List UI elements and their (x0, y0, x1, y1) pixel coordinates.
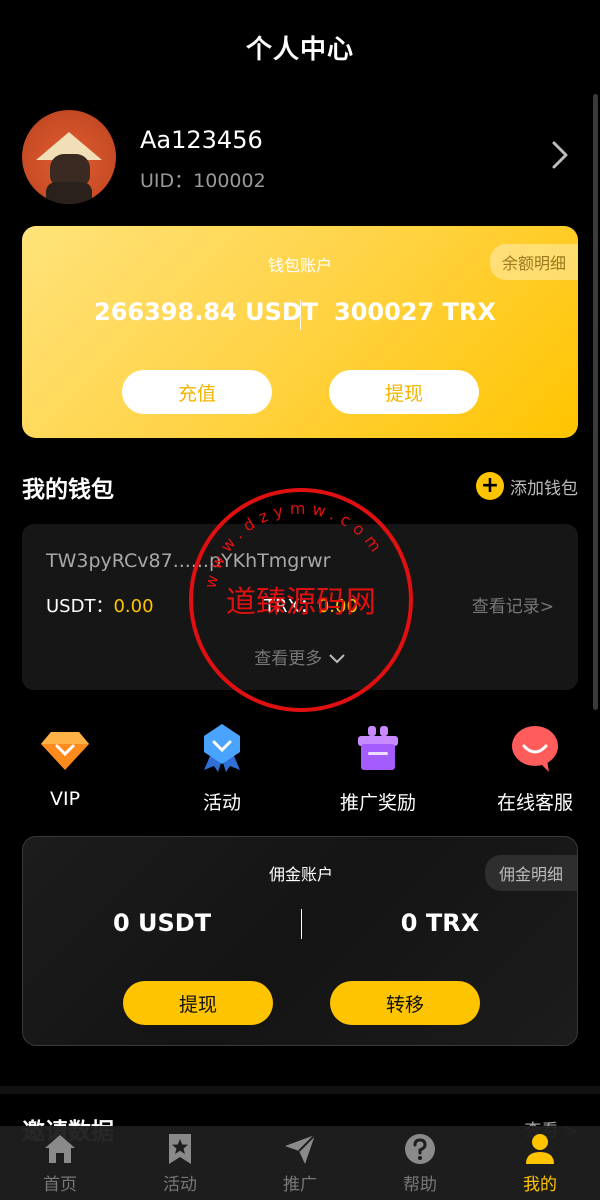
diamond-icon (41, 732, 89, 770)
tab-mine-label: 我的 (523, 1174, 557, 1195)
wallet-account-card: 钱包账户 余额明细 266398.84 USDT 300027 TRX 充值 提… (22, 226, 578, 438)
recharge-button[interactable]: 充值 (122, 370, 272, 414)
profile-row[interactable]: Aa123456 UID：100002 (22, 110, 578, 206)
balance-detail-button[interactable]: 余额明细 (489, 244, 578, 280)
wallet-item-card[interactable]: TW3pyRCv87......pYKhTmgrwr USDT：0.00 TRX… (22, 524, 578, 690)
usdt-balance: 266398.84 USDT (94, 298, 319, 326)
my-wallet-title: 我的钱包 (22, 477, 114, 503)
quick-vip-label: VIP (49, 788, 81, 810)
quick-activity-label: 活动 (202, 792, 241, 814)
add-wallet-label: 添加钱包 (510, 478, 578, 499)
chat-bubble-icon (512, 726, 558, 772)
paper-plane-icon (285, 1133, 316, 1164)
section-divider (0, 1086, 600, 1094)
header: 个人中心 (0, 0, 600, 94)
tab-help[interactable]: 帮助 (360, 1126, 480, 1200)
commission-withdraw-button[interactable]: 提现 (123, 981, 273, 1025)
quick-activity[interactable]: 活动 (157, 722, 287, 815)
quick-customer-service[interactable]: 在线客服 (470, 722, 600, 815)
tab-promotion-label: 推广 (283, 1174, 317, 1195)
quick-vip[interactable]: VIP (0, 722, 130, 810)
add-wallet-button[interactable]: + 添加钱包 (476, 472, 578, 500)
view-more-label: 查看更多 (254, 649, 323, 669)
wallet-trx-label: TRX： (264, 596, 318, 617)
quick-actions: VIP 活动 推广奖励 在线客服 (0, 722, 600, 815)
commission-account-card: 佣金账户 佣金明细 0 USDT 0 TRX 提现 转移 (22, 836, 578, 1046)
avatar[interactable] (22, 110, 116, 204)
withdraw-button[interactable]: 提现 (329, 370, 479, 414)
bottom-tab-bar: 首页 活动 推广 帮助 我的 (0, 1126, 600, 1200)
quick-promotion-reward[interactable]: 推广奖励 (313, 722, 443, 815)
balance-divider (300, 300, 301, 330)
page-title: 个人中心 (245, 34, 354, 65)
scrollbar[interactable] (593, 94, 598, 710)
view-records-link[interactable]: 查看记录> (472, 592, 554, 617)
trx-balance: 300027 TRX (334, 298, 496, 326)
tab-promotion[interactable]: 推广 (240, 1126, 360, 1200)
username: Aa123456 (140, 126, 263, 154)
person-icon (526, 1133, 554, 1164)
plus-icon: + (476, 472, 504, 500)
help-icon (405, 1133, 435, 1164)
tab-home[interactable]: 首页 (0, 1126, 120, 1200)
quick-promotion-reward-label: 推广奖励 (339, 792, 416, 814)
gift-icon (358, 726, 398, 770)
view-more-button[interactable]: 查看更多 (22, 644, 578, 669)
tab-home-label: 首页 (43, 1174, 77, 1195)
tab-activity-label: 活动 (163, 1174, 197, 1195)
wallet-address: TW3pyRCv87......pYKhTmgrwr (46, 550, 331, 572)
wallet-usdt-line: USDT：0.00 (46, 592, 154, 618)
commission-detail-button[interactable]: 佣金明细 (484, 855, 577, 891)
bookmark-star-icon (169, 1133, 191, 1164)
commission-trx-balance: 0 TRX (400, 909, 480, 937)
commission-transfer-button[interactable]: 转移 (330, 981, 480, 1025)
tab-mine[interactable]: 我的 (480, 1126, 600, 1200)
chevron-right-icon[interactable] (548, 140, 572, 170)
home-icon (45, 1134, 75, 1163)
user-id: UID：100002 (140, 170, 266, 192)
badge-icon (204, 724, 240, 772)
wallet-balances: 266398.84 USDT 300027 TRX (22, 298, 578, 332)
wallet-usdt-value: 0.00 (113, 596, 154, 617)
commission-usdt-balance: 0 USDT (112, 909, 212, 937)
tab-help-label: 帮助 (403, 1174, 437, 1195)
quick-customer-service-label: 在线客服 (496, 792, 573, 814)
chevron-down-icon (328, 654, 345, 664)
tab-activity[interactable]: 活动 (120, 1126, 240, 1200)
wallet-usdt-label: USDT： (46, 596, 114, 617)
wallet-trx-line: TRX：0.00 (264, 592, 358, 618)
wallet-trx-value: 0.00 (317, 596, 358, 617)
